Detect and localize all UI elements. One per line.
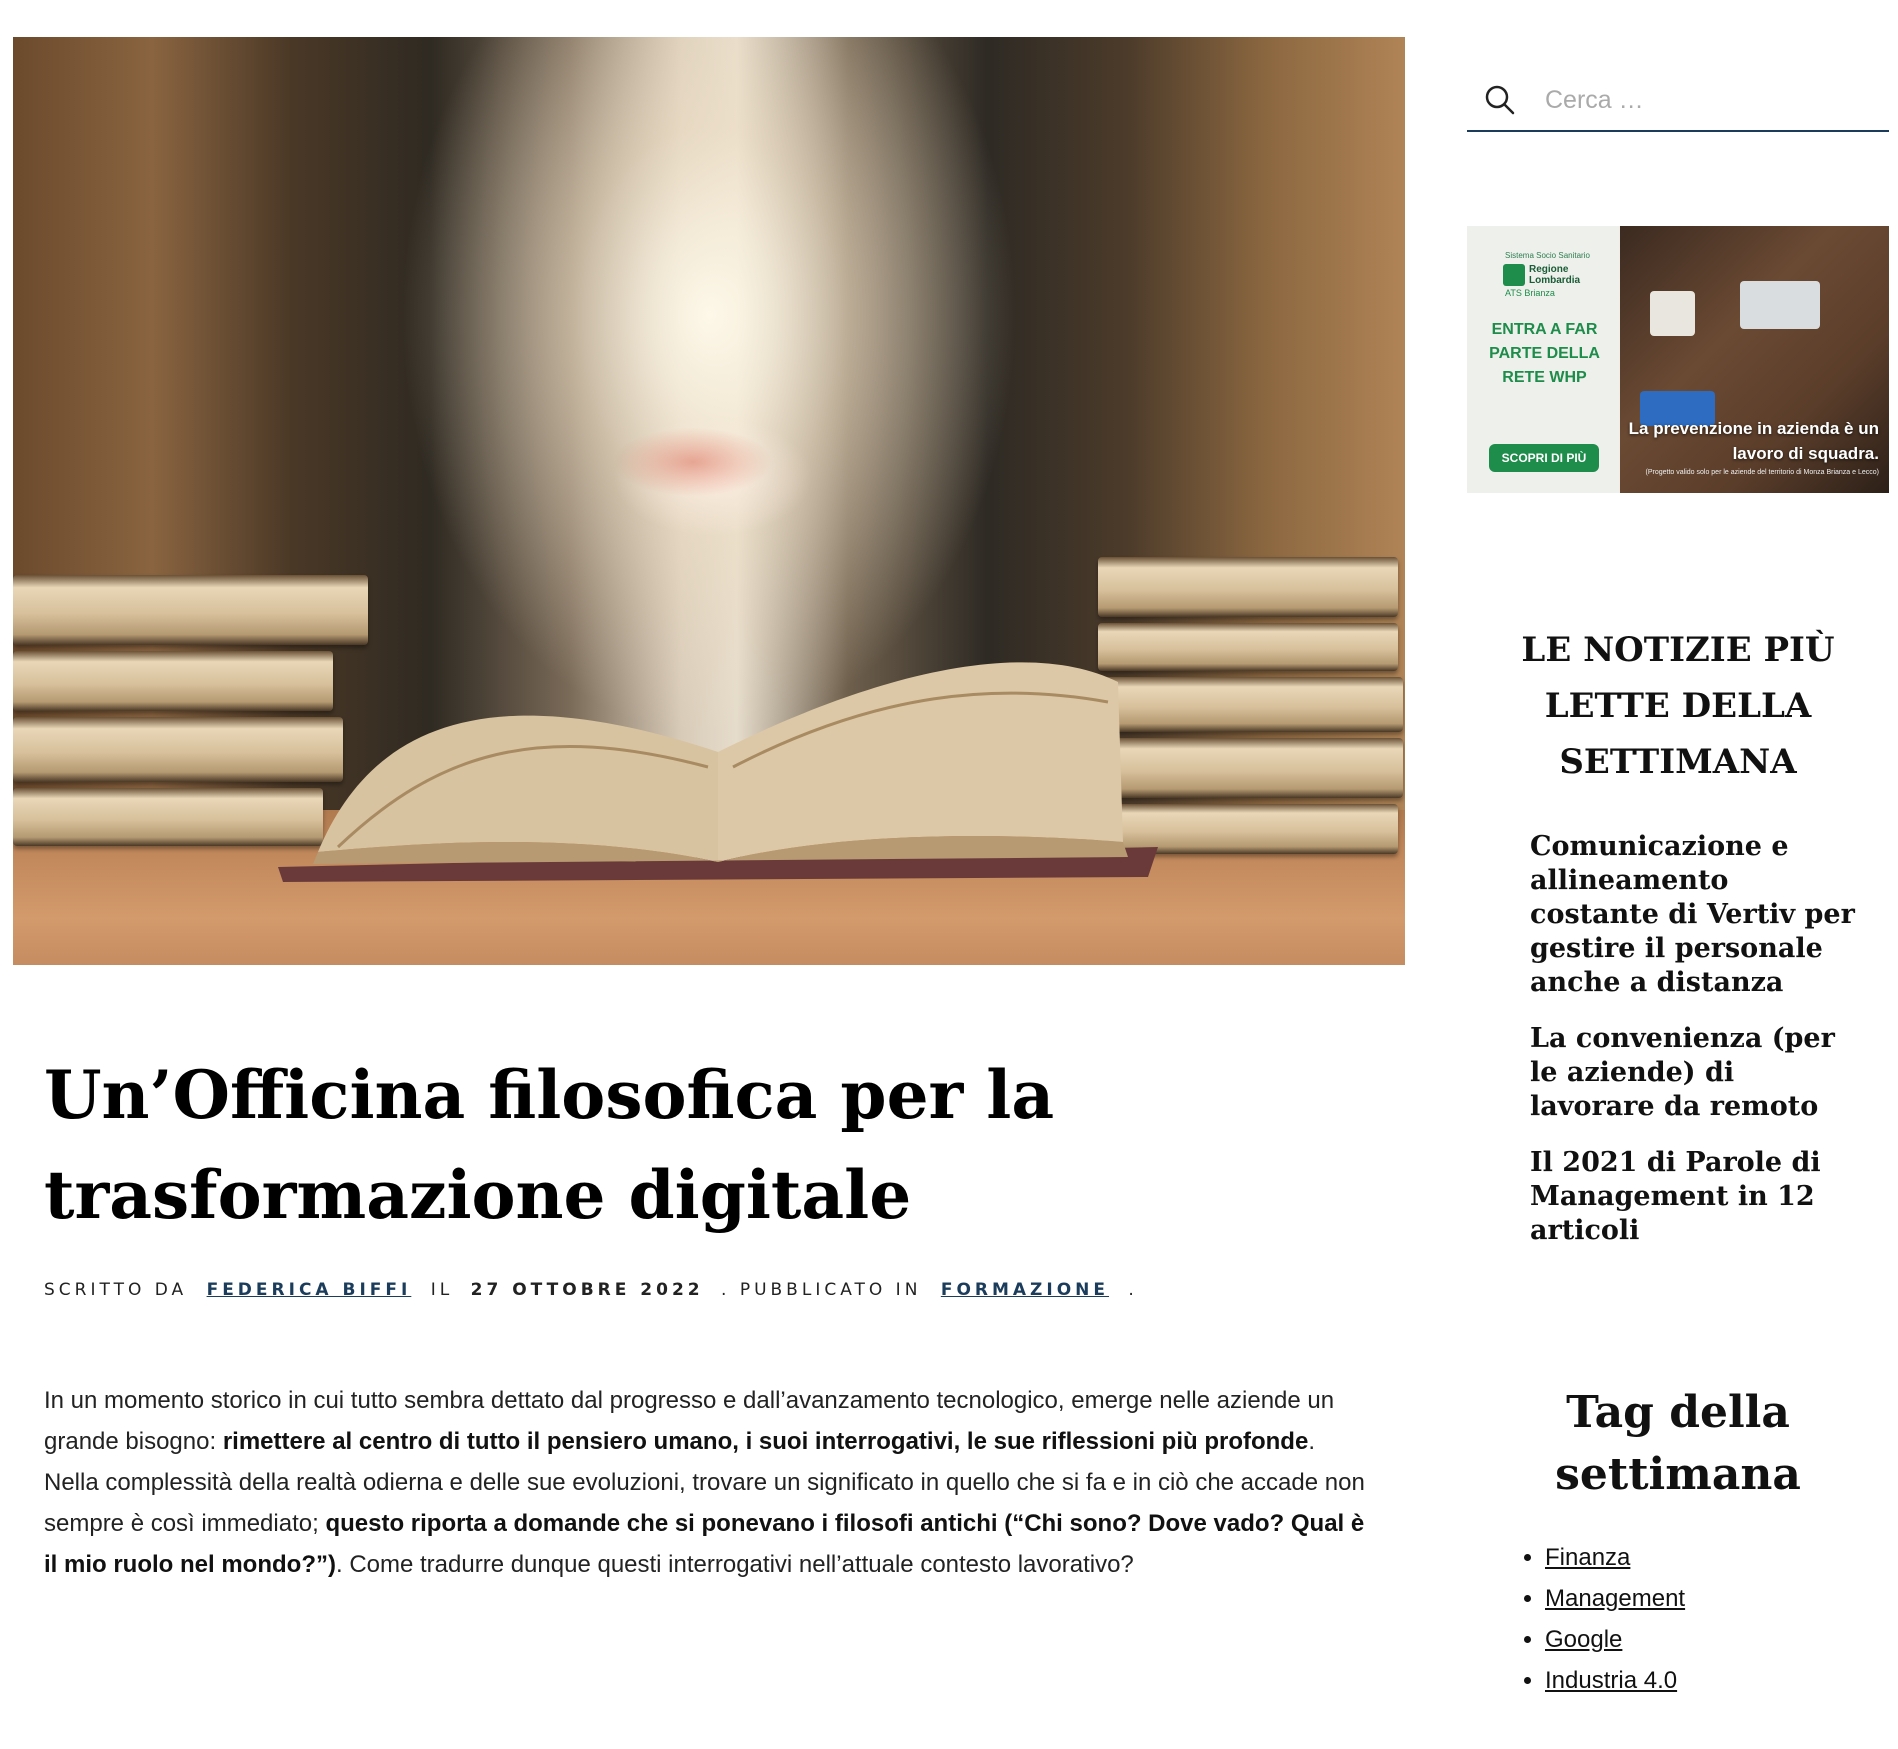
ad-caption: La prevenzione in azienda è un lavoro di… [1628, 419, 1879, 463]
search-form [1467, 70, 1889, 132]
popular-post-link[interactable]: Comunicazione e allineamento costante di… [1530, 830, 1860, 1000]
post-paragraph: In un momento storico in cui tutto sembr… [44, 1380, 1374, 1585]
tag-link[interactable]: Industria 4.0 [1545, 1667, 1677, 1694]
popular-post-link[interactable]: La convenienza (per le aziende) di lavor… [1530, 1022, 1860, 1124]
tag-item: Finanza [1545, 1537, 1875, 1578]
tag-link[interactable]: Google [1545, 1626, 1622, 1653]
ad-left-panel: Sistema Socio Sanitario Regione Lombardi… [1467, 226, 1619, 493]
popular-post-link[interactable]: Il 2021 di Parole di Management in 12 ar… [1530, 1146, 1860, 1248]
popular-posts-list: Comunicazione e allineamento costante di… [1530, 830, 1860, 1270]
paragraph-bold-1: rimettere al centro di tutto il pensiero… [222, 1428, 1309, 1455]
tags-widget-title: Tag della settimana [1555, 1387, 1801, 1500]
ad-small-top: Sistema Socio Sanitario [1505, 251, 1590, 260]
tag-item: Management [1545, 1578, 1875, 1619]
published-in-label: . PUBBLICATO IN [721, 1280, 922, 1300]
ad-photo: La prevenzione in azienda è un lavoro di… [1620, 226, 1889, 493]
post-meta: SCRITTO DA FEDERICA BIFFI IL 27 OTTOBRE … [44, 1280, 1244, 1300]
tag-item: Google [1545, 1619, 1875, 1660]
search-icon[interactable] [1483, 83, 1517, 117]
post-title: Un’Officina filosofica per la trasformaz… [44, 1056, 1055, 1234]
laptop-icon [1740, 281, 1820, 329]
written-by-label: SCRITTO DA [44, 1280, 188, 1300]
background-light [613, 427, 773, 497]
category-link[interactable]: FORMAZIONE [941, 1280, 1109, 1300]
ad-cta-text: ENTRA A FAR PARTE DELLA RETE WHP [1489, 321, 1600, 386]
popular-widget-title: LE NOTIZIE PIÙ LETTE DELLA SETTIMANA [1521, 630, 1835, 782]
date-label: IL [430, 1280, 454, 1300]
author-link[interactable]: FEDERICA BIFFI [207, 1280, 412, 1300]
ad-fine-print: (Progetto valido solo per le aziende del… [1645, 469, 1879, 476]
tag-item: Industria 4.0 [1545, 1660, 1875, 1701]
search-input[interactable] [1545, 80, 1865, 120]
tags-list: Finanza Management Google Industria 4.0 [1545, 1537, 1875, 1701]
featured-image [13, 37, 1405, 965]
regione-lombardia-logo-icon [1503, 264, 1525, 286]
ad-discover-button[interactable]: SCOPRI DI PIÙ [1489, 444, 1599, 472]
meta-end: . [1128, 1280, 1138, 1300]
tag-link[interactable]: Management [1545, 1585, 1685, 1612]
ad-logo-text: Regione Lombardia [1529, 264, 1581, 286]
ad-banner[interactable]: Sistema Socio Sanitario Regione Lombardi… [1467, 226, 1889, 493]
ad-sub: ATS Brianza [1505, 288, 1555, 298]
notebook-icon [1650, 291, 1695, 336]
paragraph-text-3: . Come tradurre dunque questi interrogat… [335, 1551, 1134, 1578]
tag-link[interactable]: Finanza [1545, 1544, 1630, 1571]
open-book-icon [278, 662, 1158, 882]
post-date: 27 OTTOBRE 2022 [470, 1280, 704, 1300]
